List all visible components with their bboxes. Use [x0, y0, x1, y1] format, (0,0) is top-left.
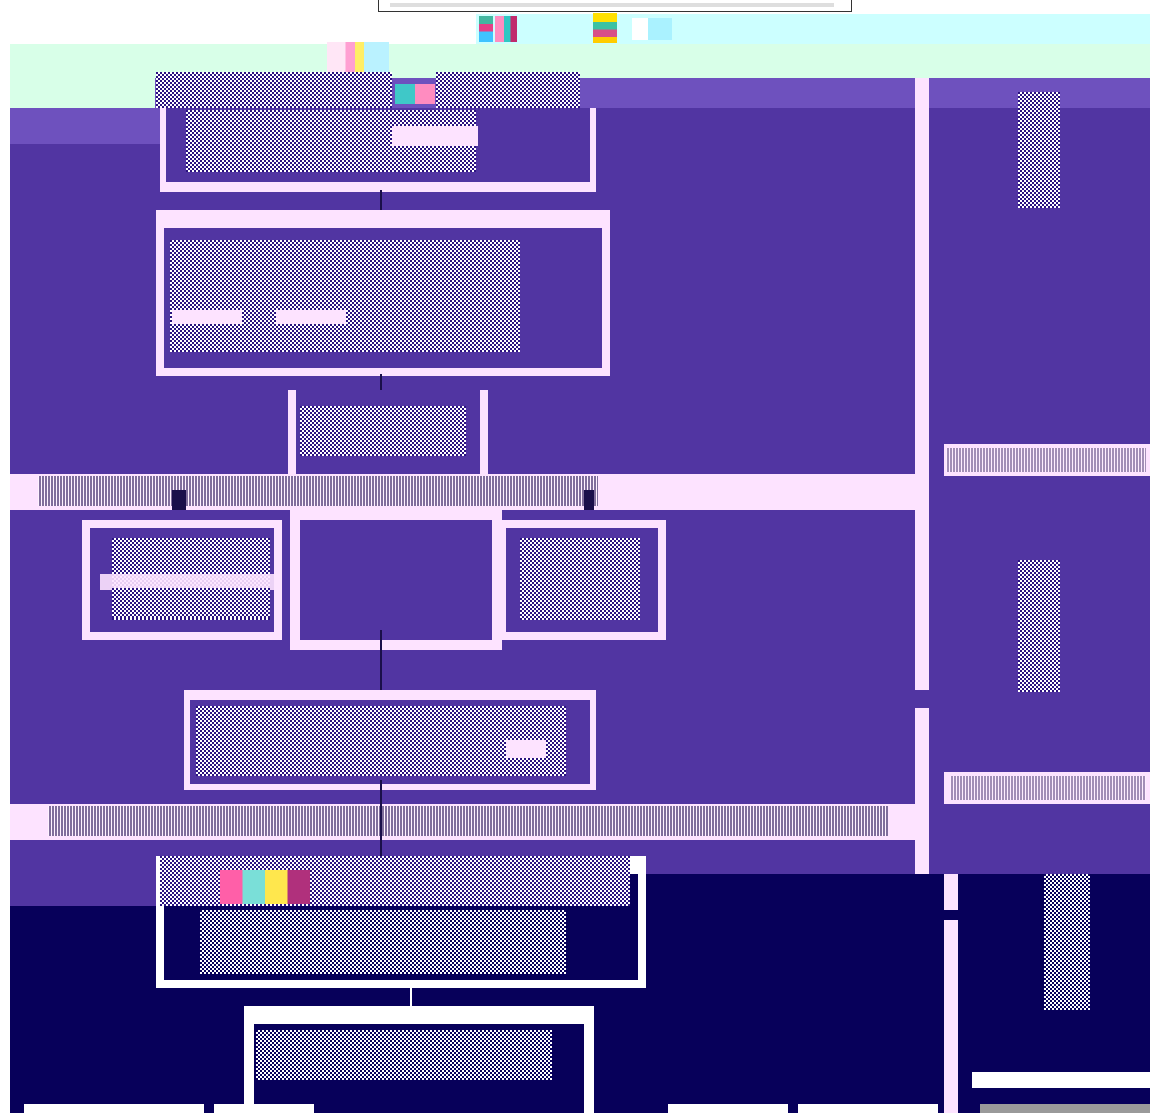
- right-glyph-strip-1: [1018, 92, 1060, 208]
- bottom-strip-left: [24, 1104, 204, 1113]
- connector-3: [380, 630, 382, 690]
- bottom-right-gray: [980, 1104, 1150, 1113]
- pixel-cluster-b: [495, 16, 517, 42]
- pink-band-2-glyphs: [48, 806, 888, 836]
- right-divider-lower-2: [944, 920, 958, 1113]
- mint-lower-strip: [10, 78, 155, 108]
- marker-3: [320, 1104, 332, 1113]
- middle-right-text: [520, 538, 640, 620]
- corrupted-screen: { "screen": { "state": "corrupted-render…: [0, 0, 1150, 1113]
- middle-left-text-2: [112, 588, 270, 618]
- marker-2: [584, 490, 594, 510]
- box-2-text: [170, 240, 520, 352]
- marker-1: [172, 490, 186, 510]
- purple-right-transition: [630, 840, 1150, 874]
- pixel-cluster-d: [632, 18, 672, 40]
- right-divider-lower: [944, 874, 958, 910]
- pink-band-1-right-glyphs: [946, 448, 1146, 472]
- bottom-strip-mid: [214, 1104, 314, 1113]
- box-2-stub-b: [276, 310, 346, 324]
- glyph-block-top-1: [156, 72, 392, 108]
- right-divider-gap-1: [915, 690, 929, 708]
- cyan-strip: [476, 14, 1150, 44]
- glyph-accent-1: [395, 84, 435, 104]
- connector-4: [380, 780, 382, 864]
- box-2-stub-a: [172, 310, 242, 324]
- top-frame-inner-line: [390, 3, 834, 7]
- bottom-strip-right: [668, 1104, 788, 1113]
- right-glyph-strip-3: [1044, 874, 1090, 1010]
- bottom-right-bar: [972, 1072, 1150, 1088]
- pixel-cluster-c: [593, 13, 617, 43]
- box-4-stub: [506, 740, 546, 758]
- pink-band-2-right-glyphs: [950, 776, 1146, 800]
- glyph-block-top-2: [436, 72, 580, 108]
- light-purple-top-left: [10, 108, 160, 144]
- pixel-cluster-a: [479, 16, 493, 42]
- right-divider: [915, 78, 929, 874]
- right-glyph-strip-2: [1018, 560, 1060, 692]
- lower-box-1-text: [200, 910, 566, 974]
- box-3-text: [300, 406, 466, 456]
- middle-center-box: [290, 510, 502, 650]
- lower-box-2-text: [256, 1030, 552, 1080]
- lower-box-1-accent: [220, 870, 310, 904]
- pink-band-1-glyphs: [38, 476, 598, 506]
- bottom-strip-right-2: [798, 1104, 938, 1113]
- box-1-stub: [392, 126, 478, 146]
